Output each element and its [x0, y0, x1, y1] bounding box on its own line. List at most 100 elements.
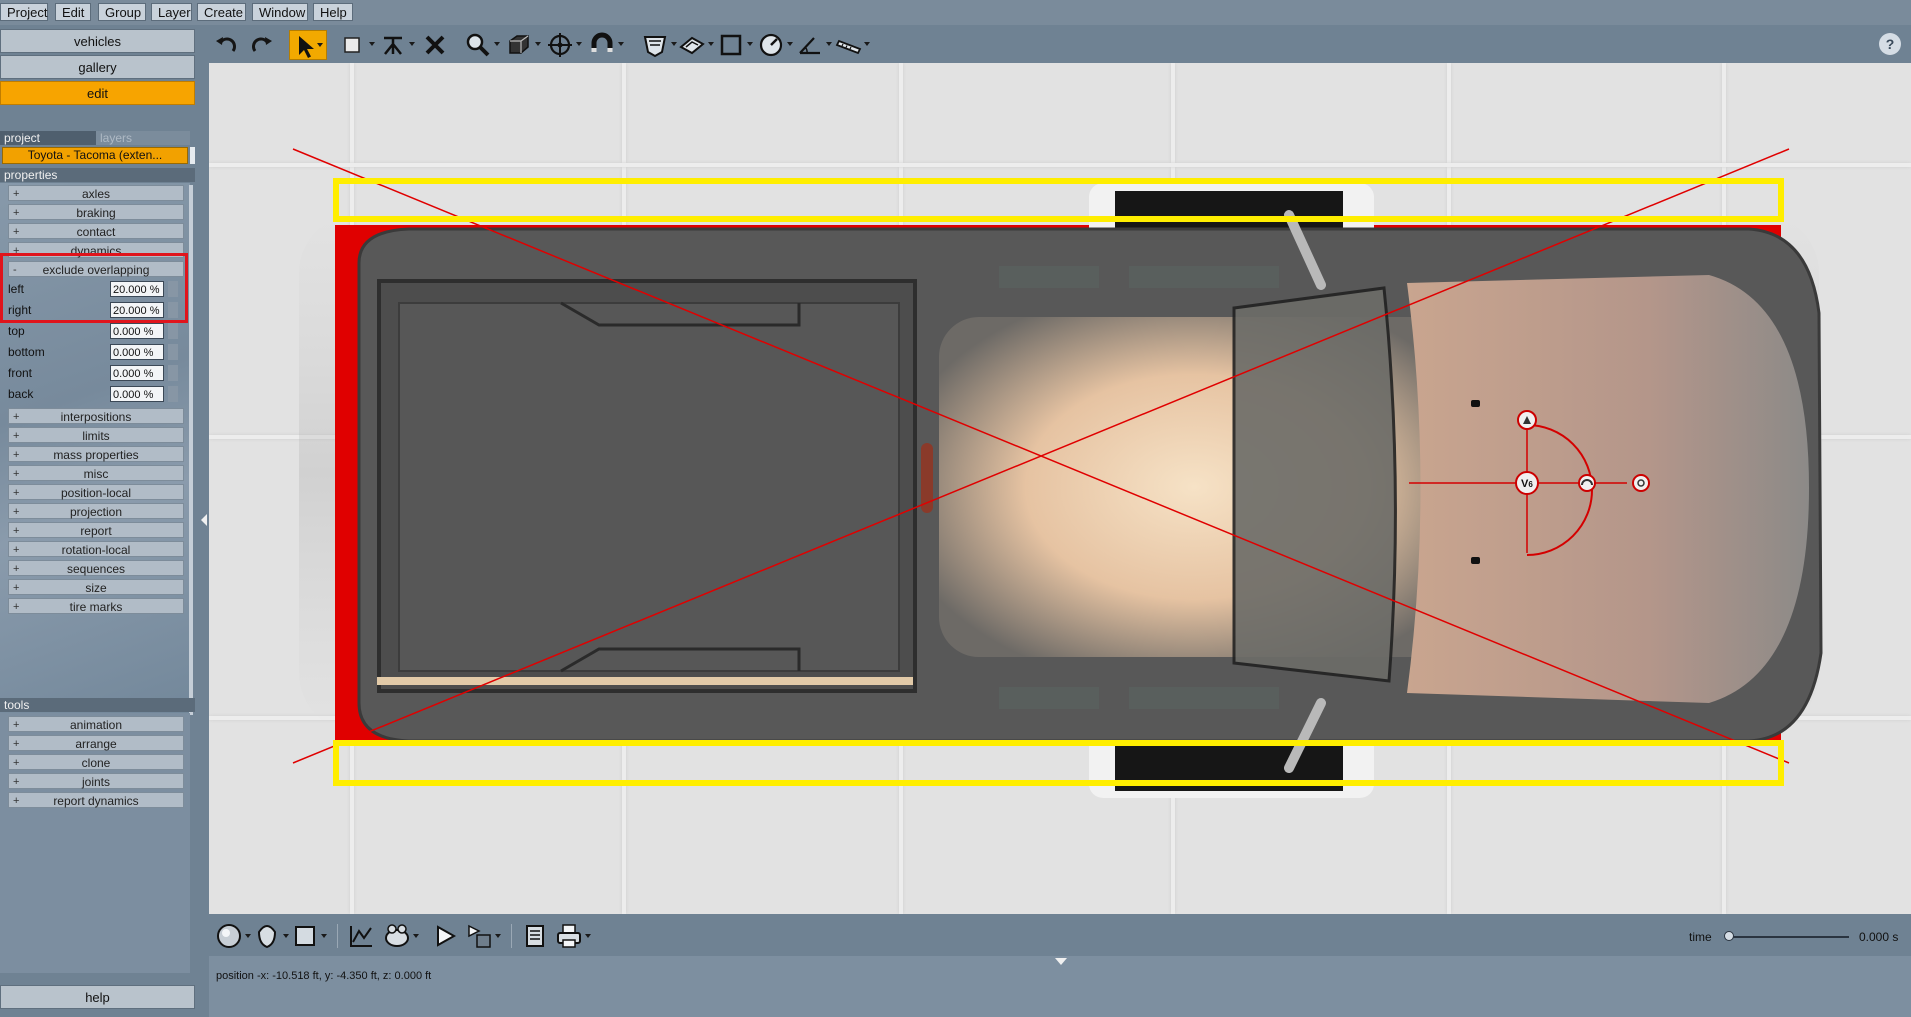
prop-size[interactable]: + size	[8, 579, 184, 595]
tool-arrange[interactable]: + arrange	[8, 735, 184, 751]
page-icon[interactable]	[521, 922, 549, 950]
prop-contact[interactable]: + contact	[8, 223, 184, 239]
prop-braking[interactable]: + braking	[8, 204, 184, 220]
menu-help[interactable]: Help	[313, 3, 353, 21]
print-icon[interactable]	[555, 922, 591, 950]
plane-icon[interactable]	[677, 30, 714, 60]
back-input[interactable]: 0.000 %	[110, 386, 164, 402]
bottom-toolbar: time 0.000 s	[209, 914, 1911, 956]
gauge-icon[interactable]	[756, 30, 793, 60]
delete-icon[interactable]	[420, 30, 450, 60]
tool-clone[interactable]: + clone	[8, 754, 184, 770]
top-input[interactable]: 0.000 %	[110, 323, 164, 339]
properties-scrollbar[interactable]	[189, 185, 193, 715]
gallery-button[interactable]: gallery	[0, 55, 195, 79]
prop-label: tire marks	[69, 600, 123, 614]
magnet-icon[interactable]	[587, 30, 624, 60]
help-icon[interactable]: ?	[1879, 33, 1901, 55]
redo-icon[interactable]	[246, 30, 276, 60]
back-spinner[interactable]	[168, 386, 178, 402]
help-button[interactable]: help	[0, 985, 195, 1009]
expand-sign: +	[13, 757, 20, 769]
bottom-input[interactable]: 0.000 %	[110, 344, 164, 360]
shield-icon[interactable]	[640, 30, 677, 60]
expand-sign: +	[13, 738, 20, 750]
prop-axles[interactable]: + axles	[8, 185, 184, 201]
target-icon[interactable]	[545, 30, 582, 60]
front-input[interactable]: 0.000 %	[110, 365, 164, 381]
box-3d-icon[interactable]	[504, 30, 541, 60]
properties-header: properties	[0, 168, 195, 182]
top-spinner[interactable]	[168, 323, 178, 339]
menu-create[interactable]: Create	[197, 3, 246, 21]
prop-report[interactable]: + report	[8, 522, 184, 538]
tool-label: arrange	[75, 737, 117, 751]
tripod-icon[interactable]	[378, 30, 415, 60]
project-select-scroll[interactable]	[190, 147, 195, 164]
menu-group[interactable]: Group	[98, 3, 146, 21]
menu-edit[interactable]: Edit	[55, 3, 91, 21]
prop-misc[interactable]: + misc	[8, 465, 184, 481]
status-bar: position -x: -10.518 ft, y: -4.350 ft, z…	[209, 956, 1911, 1017]
tab-layers[interactable]: layers	[96, 131, 190, 145]
expand-sign: +	[13, 563, 20, 575]
bottom-spinner[interactable]	[168, 344, 178, 360]
project-select[interactable]: Toyota - Tacoma (exten...	[2, 147, 188, 164]
main-toolbar: ?	[200, 25, 1911, 63]
tool-label: report dynamics	[53, 794, 139, 808]
time-slider-handle[interactable]	[1724, 931, 1734, 941]
zoom-icon[interactable]	[463, 30, 500, 60]
left-panel: vehicles gallery edit project layers Toy…	[0, 25, 197, 1017]
camera-icon[interactable]	[383, 922, 419, 950]
tools-area: + animation + arrange + clone + joints + repo…	[0, 713, 190, 973]
expand-sign: +	[13, 525, 20, 537]
tools-header: tools	[0, 698, 195, 712]
prop-mass-properties[interactable]: + mass properties	[8, 446, 184, 462]
prop-rotation-local[interactable]: + rotation-local	[8, 541, 184, 557]
vehicles-button[interactable]: vehicles	[0, 29, 195, 53]
tab-project[interactable]: project	[0, 131, 96, 145]
play-icon[interactable]	[431, 922, 459, 950]
expand-sign: +	[13, 468, 20, 480]
prop-limits[interactable]: + limits	[8, 427, 184, 443]
menu-layer[interactable]: Layer	[151, 3, 192, 21]
time-slider[interactable]	[1727, 936, 1849, 938]
exclude-band-right	[333, 740, 1784, 786]
graph-icon[interactable]	[347, 922, 375, 950]
menu-project[interactable]: Project	[0, 3, 48, 21]
prop-tire-marks[interactable]: + tire marks	[8, 598, 184, 614]
prop-label: sequences	[66, 562, 126, 576]
menu-window[interactable]: Window	[252, 3, 308, 21]
prop-label: projection	[69, 505, 123, 519]
expand-sign: +	[13, 795, 20, 807]
sphere-icon[interactable]	[215, 922, 251, 950]
tool-report-dynamics[interactable]: + report dynamics	[8, 792, 184, 808]
prop-sequences[interactable]: + sequences	[8, 560, 184, 576]
rectangle-select-icon[interactable]	[338, 30, 375, 60]
viewport-3d[interactable]: V6	[209, 63, 1911, 914]
panel-collapse-icon[interactable]	[199, 512, 209, 528]
expand-sign: +	[13, 430, 20, 442]
prop-projection[interactable]: + projection	[8, 503, 184, 519]
chevron-down-icon[interactable]	[1055, 958, 1067, 965]
select-arrow-icon[interactable]	[289, 30, 327, 60]
edit-button[interactable]: edit	[0, 81, 195, 105]
front-spinner[interactable]	[168, 365, 178, 381]
prop-interpositions[interactable]: + interpositions	[8, 408, 184, 424]
tool-label: clone	[81, 756, 111, 770]
prop-position-local[interactable]: + position-local	[8, 484, 184, 500]
toolbar-divider	[337, 924, 338, 948]
expand-sign: +	[13, 411, 20, 423]
ruler-icon[interactable]	[833, 30, 870, 60]
drop-icon[interactable]	[253, 922, 289, 950]
frame-icon[interactable]	[716, 30, 753, 60]
tool-joints[interactable]: + joints	[8, 773, 184, 789]
square-icon[interactable]	[291, 922, 327, 950]
sequence-icon[interactable]	[465, 922, 501, 950]
tool-animation[interactable]: + animation	[8, 716, 184, 732]
expand-sign: +	[13, 719, 20, 731]
undo-icon[interactable]	[212, 30, 242, 60]
prop-label: limits	[82, 429, 110, 443]
angle-icon[interactable]	[795, 30, 832, 60]
prop-label: braking	[76, 206, 116, 220]
